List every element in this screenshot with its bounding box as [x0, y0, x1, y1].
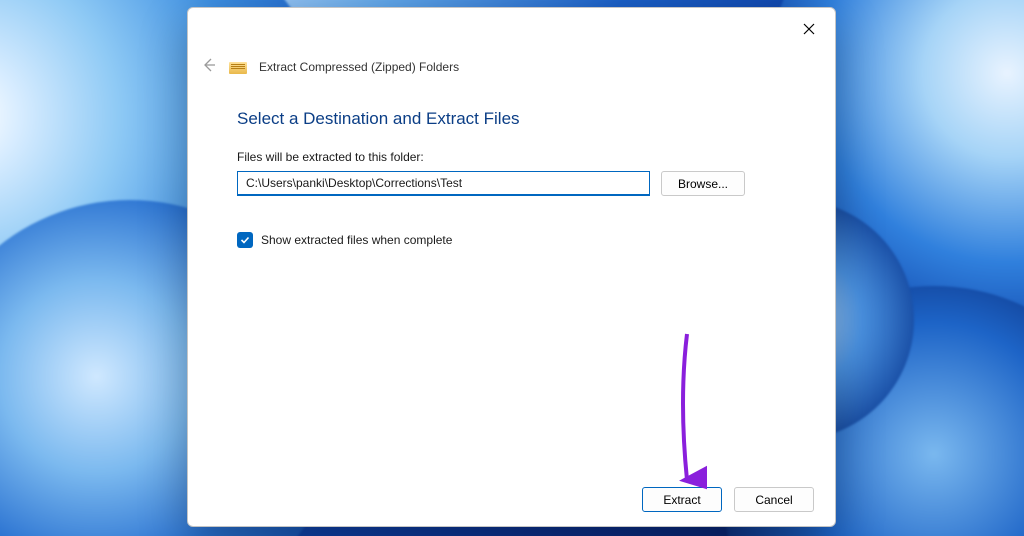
- checkbox-label: Show extracted files when complete: [261, 233, 452, 247]
- show-files-checkbox-row[interactable]: Show extracted files when complete: [237, 232, 452, 248]
- close-button[interactable]: [797, 18, 821, 42]
- back-button[interactable]: [201, 57, 217, 76]
- browse-button[interactable]: Browse...: [661, 171, 745, 196]
- dialog-title: Extract Compressed (Zipped) Folders: [259, 60, 459, 74]
- cancel-button[interactable]: Cancel: [734, 487, 814, 512]
- dialog-header: Extract Compressed (Zipped) Folders: [201, 57, 459, 76]
- dialog-heading: Select a Destination and Extract Files: [237, 109, 520, 129]
- checkbox-checked-icon[interactable]: [237, 232, 253, 248]
- zipped-folder-icon: [229, 60, 247, 74]
- extract-button[interactable]: Extract: [642, 487, 722, 512]
- extract-dialog: Extract Compressed (Zipped) Folders Sele…: [187, 7, 836, 527]
- back-arrow-icon: [201, 57, 217, 76]
- close-icon: [803, 22, 815, 38]
- destination-label: Files will be extracted to this folder:: [237, 150, 424, 164]
- destination-path-input[interactable]: [237, 171, 650, 196]
